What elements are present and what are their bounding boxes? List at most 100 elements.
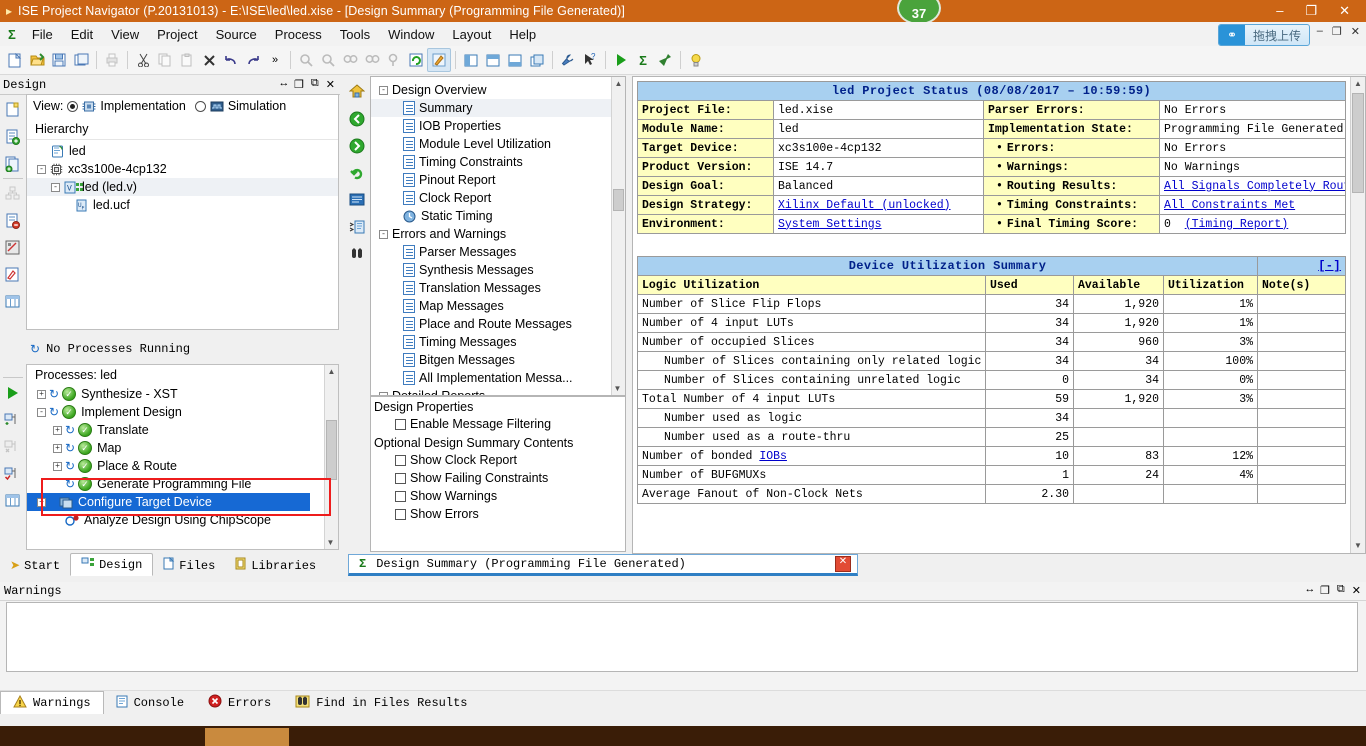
menu-view[interactable]: View xyxy=(102,25,148,44)
run-icon[interactable] xyxy=(610,49,632,71)
scroll-down-arrow[interactable]: ▼ xyxy=(612,382,623,395)
home-icon[interactable] xyxy=(345,78,369,105)
view-option-implementation[interactable]: Implementation xyxy=(100,99,185,113)
nav-node-bitgen-messages[interactable]: Bitgen Messages xyxy=(371,351,625,369)
detail-icon[interactable] xyxy=(345,213,369,240)
mdi-minimize-button[interactable]: – xyxy=(1317,25,1323,38)
show-errors-checkbox[interactable] xyxy=(395,508,406,520)
menu-process[interactable]: Process xyxy=(266,25,331,44)
collapse-toggle[interactable]: [-] xyxy=(1318,259,1341,273)
tree-item-led-module[interactable]: - V led (led.v) xyxy=(27,178,338,196)
menu-source[interactable]: Source xyxy=(207,25,266,44)
more-chevrons-icon[interactable]: » xyxy=(264,49,286,71)
timing-report-link[interactable]: (Timing Report) xyxy=(1185,218,1289,231)
menu-tools[interactable]: Tools xyxy=(331,25,379,44)
design-strategy-link[interactable]: Xilinx Default (unlocked) xyxy=(778,199,951,212)
process-item-map[interactable]: + ↻ ✓ Map xyxy=(27,439,338,457)
scrollbar-thumb[interactable] xyxy=(1352,93,1364,193)
radio-implementation[interactable] xyxy=(67,100,79,112)
nav-node-clock-report[interactable]: Clock Report xyxy=(371,189,625,207)
process-expander[interactable]: + xyxy=(53,461,62,471)
nav-node-all-implementation-messages[interactable]: All Implementation Messa... xyxy=(371,369,625,387)
tree-expander[interactable]: - xyxy=(37,164,46,174)
copy-icon[interactable] xyxy=(154,49,176,71)
mdi-close-button[interactable]: ✕ xyxy=(1351,25,1360,38)
mdi-restore-button[interactable]: ❐ xyxy=(1332,25,1342,38)
nav-node-errors-and-warnings[interactable]: - Errors and Warnings xyxy=(371,225,625,243)
menu-edit[interactable]: Edit xyxy=(62,25,102,44)
design-panel-close-button[interactable]: ✕ xyxy=(326,78,335,92)
view-option-simulation[interactable]: Simulation xyxy=(228,99,286,113)
process-item-place-and-route[interactable]: + ↻ ✓ Place & Route xyxy=(27,457,338,475)
process-item-configure-target-device[interactable]: + Configure Target Device xyxy=(27,493,310,511)
checkbox-row-show-clock-report[interactable]: Show Clock Report xyxy=(371,451,625,469)
save-icon[interactable] xyxy=(48,49,70,71)
routing-results-link[interactable]: All Signals Completely Routed xyxy=(1164,180,1345,193)
tree-item-led-project[interactable]: led xyxy=(27,142,338,160)
process-expander[interactable]: + xyxy=(53,425,62,435)
scroll-down-arrow[interactable]: ▼ xyxy=(1351,539,1365,553)
process-expander[interactable]: + xyxy=(53,443,62,453)
warnings-float-button[interactable]: ⧉ xyxy=(1337,584,1345,598)
design-panel-dock-button[interactable]: ↔ xyxy=(280,78,287,92)
tree-item-ucf[interactable]: UF led.ucf xyxy=(27,196,338,214)
goto-icon[interactable] xyxy=(383,49,405,71)
scroll-up-arrow[interactable]: ▲ xyxy=(325,365,338,378)
status-tab-warnings[interactable]: Warnings xyxy=(0,691,104,715)
environment-link[interactable]: System Settings xyxy=(778,218,882,231)
process-item-implement-design[interactable]: - ↻ ✓ Implement Design xyxy=(27,403,338,421)
nav-node-synthesis-messages[interactable]: Synthesis Messages xyxy=(371,261,625,279)
nav-node-design-overview[interactable]: - Design Overview xyxy=(371,81,625,99)
design-panel-float-button[interactable]: ⧉ xyxy=(311,78,319,92)
tab-files[interactable]: Files xyxy=(153,555,225,576)
refresh-icon[interactable] xyxy=(405,49,427,71)
process-expander[interactable]: + xyxy=(37,389,46,399)
status-tab-errors[interactable]: Errors xyxy=(196,692,283,714)
highlight-icon[interactable] xyxy=(427,48,451,72)
process-item-generate-programming-file[interactable]: ↻ ✓ Generate Programming File xyxy=(27,475,338,493)
scroll-up-arrow[interactable]: ▲ xyxy=(612,77,625,90)
nav-node-parser-messages[interactable]: Parser Messages xyxy=(371,243,625,261)
panel-tabs-icon[interactable] xyxy=(504,49,526,71)
nav-node-map-messages[interactable]: Map Messages xyxy=(371,297,625,315)
warnings-dock-button[interactable]: ↔ xyxy=(1306,584,1313,598)
process-expander[interactable]: - xyxy=(37,407,46,417)
enable-message-filtering-checkbox[interactable] xyxy=(395,418,406,430)
find-icon[interactable] xyxy=(295,49,317,71)
warnings-close-button[interactable]: ✕ xyxy=(1352,584,1361,598)
menu-layout[interactable]: Layout xyxy=(443,25,500,44)
process-item-translate[interactable]: + ↻ ✓ Translate xyxy=(27,421,338,439)
menu-project[interactable]: Project xyxy=(148,25,206,44)
taskbar-window-button[interactable] xyxy=(205,728,289,746)
nav-node-place-and-route-messages[interactable]: Place and Route Messages xyxy=(371,315,625,333)
tip-bulb-icon[interactable] xyxy=(685,49,707,71)
warnings-maximize-button[interactable]: ❐ xyxy=(1320,584,1330,598)
nav-expander[interactable]: - xyxy=(379,229,388,239)
checkbox-row-show-failing-constraints[interactable]: Show Failing Constraints xyxy=(371,469,625,487)
replace-icon[interactable] xyxy=(361,49,383,71)
find-in-files-icon[interactable] xyxy=(339,49,361,71)
close-button[interactable]: ✕ xyxy=(1339,0,1350,22)
status-tab-console[interactable]: Console xyxy=(104,692,196,714)
scroll-up-arrow[interactable]: ▲ xyxy=(1351,77,1365,91)
show-clock-report-checkbox[interactable] xyxy=(395,454,406,466)
restore-button[interactable]: ❐ xyxy=(1305,0,1317,22)
refresh-icon[interactable] xyxy=(345,159,369,186)
process-expander[interactable]: + xyxy=(37,497,46,507)
scrollbar-thumb[interactable] xyxy=(613,189,624,211)
nav-node-timing-constraints[interactable]: Timing Constraints xyxy=(371,153,625,171)
pin-icon[interactable] xyxy=(654,49,676,71)
panel-top-icon[interactable] xyxy=(482,49,504,71)
tab-start[interactable]: ➤ Start xyxy=(0,555,70,576)
minimize-button[interactable]: – xyxy=(1276,0,1283,22)
nav-node-module-level-utilization[interactable]: Module Level Utilization xyxy=(371,135,625,153)
open-project-icon[interactable] xyxy=(26,49,48,71)
scroll-down-arrow[interactable]: ▼ xyxy=(325,536,336,549)
tab-libraries[interactable]: Libraries xyxy=(225,555,326,576)
iobs-link[interactable]: IOBs xyxy=(759,450,787,463)
nav-tree-scrollbar[interactable]: ▲ ▼ xyxy=(611,77,625,395)
nav-node-summary[interactable]: Summary xyxy=(371,99,625,117)
redo-icon[interactable] xyxy=(242,49,264,71)
report-icon[interactable] xyxy=(345,186,369,213)
cut-icon[interactable] xyxy=(132,49,154,71)
